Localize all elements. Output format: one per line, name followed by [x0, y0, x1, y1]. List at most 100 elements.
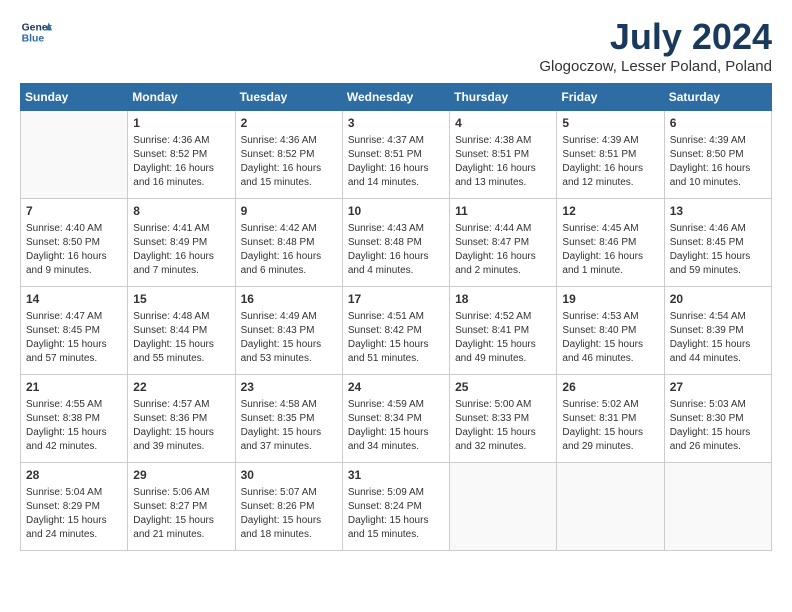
calendar-cell [557, 463, 664, 551]
calendar-table: SundayMondayTuesdayWednesdayThursdayFrid… [20, 83, 772, 551]
day-number: 8 [133, 203, 229, 220]
day-number: 19 [562, 291, 658, 308]
calendar-cell: 13 Sunrise: 4:46 AM Sunset: 8:45 PM Dayli… [664, 199, 771, 287]
day-number: 28 [26, 467, 122, 484]
calendar-cell: 20 Sunrise: 4:54 AM Sunset: 8:39 PM Dayli… [664, 287, 771, 375]
calendar-cell: 12 Sunrise: 4:45 AM Sunset: 8:46 PM Dayli… [557, 199, 664, 287]
day-number: 15 [133, 291, 229, 308]
day-number: 11 [455, 203, 551, 220]
day-info: Sunrise: 4:45 AM Sunset: 8:46 PM Dayligh… [562, 222, 658, 278]
calendar-cell [664, 463, 771, 551]
calendar-week-row: 14 Sunrise: 4:47 AM Sunset: 8:45 PM Dayli… [21, 287, 772, 375]
header-row: SundayMondayTuesdayWednesdayThursdayFrid… [21, 84, 772, 111]
calendar-cell: 14 Sunrise: 4:47 AM Sunset: 8:45 PM Dayli… [21, 287, 128, 375]
day-info: Sunrise: 4:51 AM Sunset: 8:42 PM Dayligh… [348, 310, 444, 366]
calendar-cell: 2Sunrise: 4:36 AM Sunset: 8:52 PM Daylig… [235, 111, 342, 199]
day-number: 12 [562, 203, 658, 220]
calendar-cell: 29Sunrise: 5:06 AM Sunset: 8:27 PM Dayli… [128, 463, 235, 551]
calendar-cell: 8 Sunrise: 4:41 AM Sunset: 8:49 PM Daylig… [128, 199, 235, 287]
day-info: Sunrise: 4:37 AM Sunset: 8:51 PM Dayligh… [348, 134, 444, 190]
calendar-cell [450, 463, 557, 551]
location: Glogoczow, Lesser Poland, Poland [539, 58, 772, 75]
calendar-cell: 1 Sunrise: 4:36 AM Sunset: 8:52 PM Daylig… [128, 111, 235, 199]
day-info: Sunrise: 4:52 AM Sunset: 8:41 PM Dayligh… [455, 310, 551, 366]
calendar-cell: 31Sunrise: 5:09 AM Sunset: 8:24 PM Dayli… [342, 463, 449, 551]
calendar-cell: 28 Sunrise: 5:04 AM Sunset: 8:29 PM Dayli… [21, 463, 128, 551]
day-number: 9 [241, 203, 337, 220]
day-number: 10 [348, 203, 444, 220]
calendar-cell: 16 Sunrise: 4:49 AM Sunset: 8:43 PM Dayli… [235, 287, 342, 375]
calendar-body: 1 Sunrise: 4:36 AM Sunset: 8:52 PM Daylig… [21, 111, 772, 551]
header-day: Thursday [450, 84, 557, 111]
calendar-cell: 24 Sunrise: 4:59 AM Sunset: 8:34 PM Dayli… [342, 375, 449, 463]
calendar-cell: 15 Sunrise: 4:48 AM Sunset: 8:44 PM Dayli… [128, 287, 235, 375]
calendar-cell: 6 Sunrise: 4:39 AM Sunset: 8:50 PM Daylig… [664, 111, 771, 199]
calendar-cell: 10 Sunrise: 4:43 AM Sunset: 8:48 PM Dayli… [342, 199, 449, 287]
day-info: Sunrise: 4:40 AM Sunset: 8:50 PM Dayligh… [26, 222, 122, 278]
day-info: Sunrise: 5:00 AM Sunset: 8:33 PM Dayligh… [455, 398, 551, 454]
calendar-week-row: 21Sunrise: 4:55 AM Sunset: 8:38 PM Dayli… [21, 375, 772, 463]
day-info: Sunrise: 5:04 AM Sunset: 8:29 PM Dayligh… [26, 486, 122, 542]
calendar-cell: 7 Sunrise: 4:40 AM Sunset: 8:50 PM Daylig… [21, 199, 128, 287]
day-number: 30 [241, 467, 337, 484]
day-number: 20 [670, 291, 766, 308]
header-day: Tuesday [235, 84, 342, 111]
logo: General Blue [20, 16, 52, 48]
calendar-cell: 11 Sunrise: 4:44 AM Sunset: 8:47 PM Dayli… [450, 199, 557, 287]
calendar-cell: 26Sunrise: 5:02 AM Sunset: 8:31 PM Dayli… [557, 375, 664, 463]
svg-text:Blue: Blue [22, 34, 45, 45]
day-info: Sunrise: 4:42 AM Sunset: 8:48 PM Dayligh… [241, 222, 337, 278]
calendar-cell: 4Sunrise: 4:38 AM Sunset: 8:51 PM Daylig… [450, 111, 557, 199]
day-info: Sunrise: 4:49 AM Sunset: 8:43 PM Dayligh… [241, 310, 337, 366]
calendar-cell: 18Sunrise: 4:52 AM Sunset: 8:41 PM Dayli… [450, 287, 557, 375]
day-number: 13 [670, 203, 766, 220]
day-info: Sunrise: 4:48 AM Sunset: 8:44 PM Dayligh… [133, 310, 229, 366]
calendar-cell: 5 Sunrise: 4:39 AM Sunset: 8:51 PM Daylig… [557, 111, 664, 199]
day-info: Sunrise: 4:43 AM Sunset: 8:48 PM Dayligh… [348, 222, 444, 278]
calendar-cell: 30 Sunrise: 5:07 AM Sunset: 8:26 PM Dayli… [235, 463, 342, 551]
calendar-week-row: 1 Sunrise: 4:36 AM Sunset: 8:52 PM Daylig… [21, 111, 772, 199]
title-block: July 2024 Glogoczow, Lesser Poland, Pola… [539, 16, 772, 75]
day-info: Sunrise: 4:36 AM Sunset: 8:52 PM Dayligh… [241, 134, 337, 190]
day-info: Sunrise: 4:38 AM Sunset: 8:51 PM Dayligh… [455, 134, 551, 190]
day-info: Sunrise: 4:39 AM Sunset: 8:50 PM Dayligh… [670, 134, 766, 190]
header-day: Friday [557, 84, 664, 111]
header-day: Monday [128, 84, 235, 111]
day-number: 16 [241, 291, 337, 308]
day-info: Sunrise: 4:59 AM Sunset: 8:34 PM Dayligh… [348, 398, 444, 454]
day-number: 14 [26, 291, 122, 308]
calendar-cell: 22Sunrise: 4:57 AM Sunset: 8:36 PM Dayli… [128, 375, 235, 463]
day-info: Sunrise: 4:54 AM Sunset: 8:39 PM Dayligh… [670, 310, 766, 366]
day-info: Sunrise: 4:39 AM Sunset: 8:51 PM Dayligh… [562, 134, 658, 190]
day-number: 5 [562, 115, 658, 132]
day-info: Sunrise: 4:41 AM Sunset: 8:49 PM Dayligh… [133, 222, 229, 278]
day-info: Sunrise: 4:46 AM Sunset: 8:45 PM Dayligh… [670, 222, 766, 278]
day-number: 23 [241, 379, 337, 396]
day-number: 7 [26, 203, 122, 220]
day-number: 27 [670, 379, 766, 396]
header-day: Sunday [21, 84, 128, 111]
day-number: 17 [348, 291, 444, 308]
day-number: 24 [348, 379, 444, 396]
calendar-cell: 3Sunrise: 4:37 AM Sunset: 8:51 PM Daylig… [342, 111, 449, 199]
header-day: Wednesday [342, 84, 449, 111]
calendar-header: SundayMondayTuesdayWednesdayThursdayFrid… [21, 84, 772, 111]
day-number: 21 [26, 379, 122, 396]
calendar-week-row: 7 Sunrise: 4:40 AM Sunset: 8:50 PM Daylig… [21, 199, 772, 287]
calendar-cell: 23Sunrise: 4:58 AM Sunset: 8:35 PM Dayli… [235, 375, 342, 463]
calendar-cell [21, 111, 128, 199]
day-number: 1 [133, 115, 229, 132]
day-info: Sunrise: 4:44 AM Sunset: 8:47 PM Dayligh… [455, 222, 551, 278]
calendar-cell: 19 Sunrise: 4:53 AM Sunset: 8:40 PM Dayli… [557, 287, 664, 375]
day-info: Sunrise: 5:02 AM Sunset: 8:31 PM Dayligh… [562, 398, 658, 454]
logo-icon: General Blue [20, 16, 52, 48]
day-info: Sunrise: 5:03 AM Sunset: 8:30 PM Dayligh… [670, 398, 766, 454]
calendar-cell: 21Sunrise: 4:55 AM Sunset: 8:38 PM Dayli… [21, 375, 128, 463]
day-number: 6 [670, 115, 766, 132]
day-info: Sunrise: 5:07 AM Sunset: 8:26 PM Dayligh… [241, 486, 337, 542]
day-info: Sunrise: 4:47 AM Sunset: 8:45 PM Dayligh… [26, 310, 122, 366]
day-info: Sunrise: 4:36 AM Sunset: 8:52 PM Dayligh… [133, 134, 229, 190]
page-header: General Blue July 2024 Glogoczow, Lesser… [20, 16, 772, 75]
day-info: Sunrise: 5:09 AM Sunset: 8:24 PM Dayligh… [348, 486, 444, 542]
day-info: Sunrise: 4:53 AM Sunset: 8:40 PM Dayligh… [562, 310, 658, 366]
